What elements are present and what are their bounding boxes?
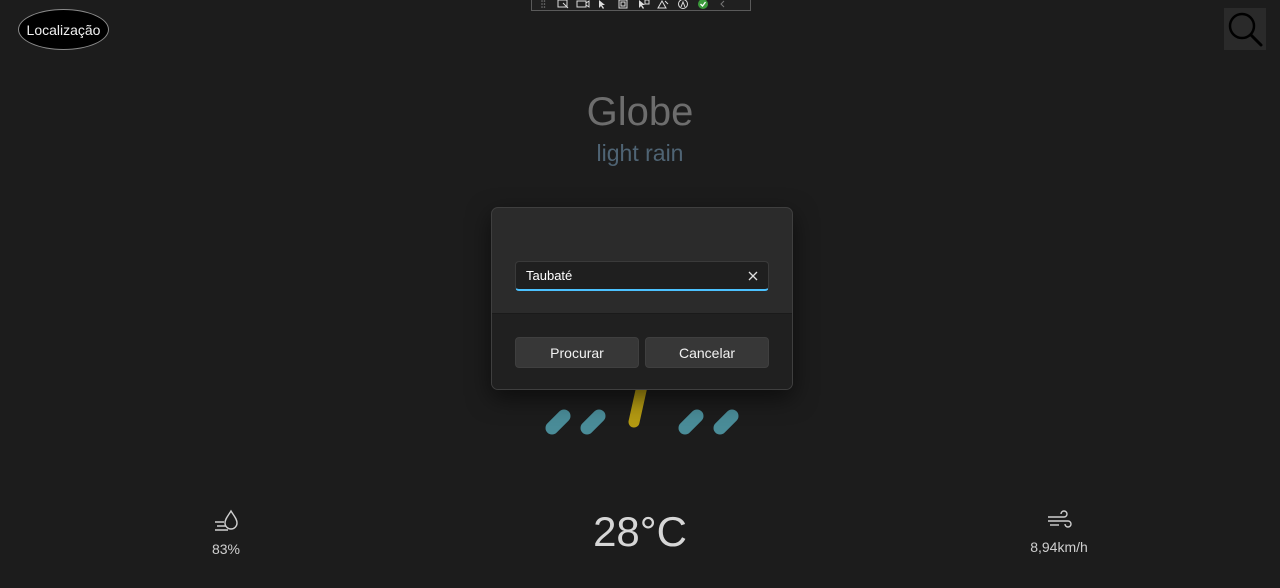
- pointer-icon[interactable]: [596, 0, 610, 9]
- accessibility-icon[interactable]: [676, 0, 690, 9]
- check-icon[interactable]: [696, 0, 710, 9]
- location-button[interactable]: Localização: [18, 9, 109, 50]
- raindrop: [713, 409, 739, 435]
- collapse-icon[interactable]: [716, 0, 730, 9]
- dialog-footer: Procurar Cancelar: [492, 313, 792, 389]
- search-submit-label: Procurar: [550, 344, 604, 361]
- live-preview-icon[interactable]: [576, 0, 590, 9]
- search-submit-button[interactable]: Procurar: [515, 337, 639, 368]
- wind-stat: 8,94km/h: [1014, 508, 1104, 555]
- weather-condition: light rain: [596, 140, 684, 166]
- wind-icon: [1048, 510, 1072, 528]
- city-search-field: [515, 261, 769, 291]
- search-dialog: Procurar Cancelar: [491, 207, 793, 390]
- close-icon: [748, 271, 758, 280]
- raindrop: [545, 409, 571, 435]
- wind-value: 8,94km/h: [1030, 539, 1088, 555]
- highlight-icon[interactable]: [656, 0, 670, 9]
- search-icon: [1228, 12, 1263, 47]
- cancel-button[interactable]: Cancelar: [645, 337, 769, 368]
- track-focus-icon[interactable]: [636, 0, 650, 9]
- raindrop: [678, 409, 704, 435]
- debug-toolbar: [531, 0, 751, 11]
- dialog-content: [492, 208, 792, 313]
- cancel-label: Cancelar: [678, 344, 736, 361]
- grip-icon[interactable]: [536, 0, 550, 9]
- lightning-bolt: [628, 380, 648, 428]
- location-button-label: Localização: [26, 21, 101, 38]
- select-element-icon[interactable]: [556, 0, 570, 9]
- clear-button[interactable]: [738, 263, 768, 289]
- city-name: Globe: [586, 90, 694, 134]
- weather-app-window: Localização Globe light rain 83% 28°C 8,: [0, 0, 1280, 588]
- city-search-input[interactable]: [516, 261, 738, 290]
- search-button[interactable]: [1224, 8, 1266, 50]
- layout-adorner-icon[interactable]: [616, 0, 630, 9]
- raindrop: [580, 409, 606, 435]
